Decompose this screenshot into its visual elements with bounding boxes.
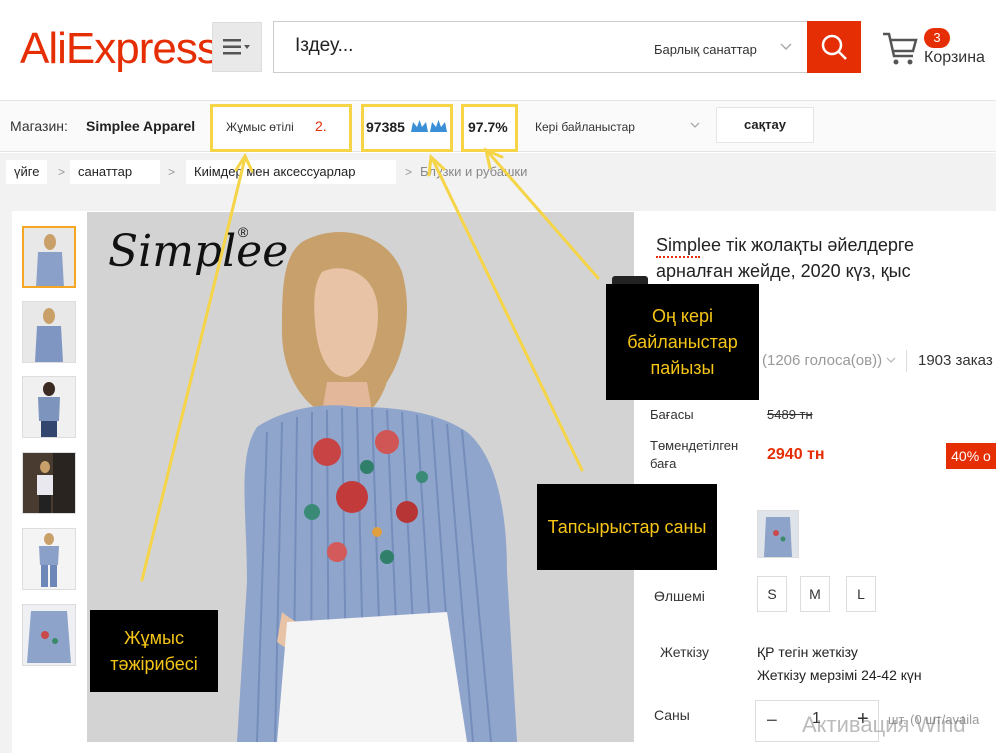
breadcrumb-separator: > xyxy=(168,165,176,179)
activation-watermark: Активация Wind xyxy=(802,712,966,737)
discount-price-label: Төмендетілген баға xyxy=(650,438,739,471)
divider xyxy=(906,350,907,372)
breadcrumb-clothing[interactable]: Киімдер мен аксессуарлар xyxy=(186,160,396,184)
section-gap xyxy=(0,191,996,211)
brand-registered-mark: ® xyxy=(238,224,249,240)
quantity-decrease-button[interactable]: − xyxy=(766,710,778,733)
price-label: Бағасы xyxy=(650,407,694,422)
delivery-free: ҚР тегін жеткізу xyxy=(757,644,858,660)
thumbnail-6[interactable] xyxy=(22,604,76,666)
delivery-time: Жеткізу мерзімі 24-42 күн xyxy=(757,667,922,683)
logo-text: AliExpress xyxy=(20,24,219,73)
callout-orders: Тапсырыстар саны xyxy=(537,484,717,570)
cart-count-badge: 3 xyxy=(924,28,950,48)
save-store-button[interactable]: сақтау xyxy=(716,107,814,143)
callout-feedback: Оң кері байланыстар пайызы xyxy=(606,284,759,400)
size-label: Өлшемі xyxy=(654,588,705,604)
cart-icon[interactable] xyxy=(880,28,920,68)
positive-feedback-rating: 97.7% xyxy=(468,119,508,135)
thumbnail-4[interactable] xyxy=(22,452,76,514)
size-option-s[interactable]: S xyxy=(757,576,787,612)
breadcrumb-separator: > xyxy=(405,165,413,179)
thumbnail-2[interactable] xyxy=(22,301,76,363)
left-gutter xyxy=(0,211,12,753)
aliexpress-logo[interactable]: AliExpress™ xyxy=(20,24,228,74)
chevron-down-icon[interactable] xyxy=(690,118,700,132)
delivery-label: Жеткізу xyxy=(660,644,709,660)
color-option[interactable] xyxy=(757,510,799,558)
menu-icon[interactable] xyxy=(212,22,262,72)
search-button[interactable] xyxy=(807,21,861,73)
discount-badge: 40% о xyxy=(946,443,996,469)
store-label: Магазин: xyxy=(10,118,68,134)
breadcrumb-blouses[interactable]: Блузки и рубашки xyxy=(412,160,535,184)
thumbnail-1[interactable] xyxy=(22,226,76,288)
breadcrumb-home[interactable]: үйге xyxy=(6,160,48,184)
feedback-dropdown[interactable]: Кері байланыстар xyxy=(535,120,635,134)
product-title: Simplee тік жолақты әйелдерге арналған ж… xyxy=(656,235,915,281)
search-icon xyxy=(821,34,847,60)
orders-count: 97385 xyxy=(366,119,405,135)
experience-value: 2. xyxy=(315,118,327,134)
breadcrumb-separator: > xyxy=(58,165,66,179)
size-option-m[interactable]: M xyxy=(800,576,830,612)
quantity-label: Саны xyxy=(654,707,690,723)
brand-overlay: Simplee xyxy=(108,226,289,277)
discount-price: 2940 тн xyxy=(767,446,825,463)
spellcheck-underline xyxy=(656,256,700,258)
chevron-down-icon[interactable] xyxy=(886,352,896,372)
thumbnail-5[interactable] xyxy=(22,528,76,590)
chevron-down-icon[interactable] xyxy=(780,38,792,54)
thumbnail-3[interactable] xyxy=(22,376,76,438)
original-price: 5489 тн xyxy=(767,407,813,422)
size-option-l[interactable]: L xyxy=(846,576,876,612)
cart-label[interactable]: Корзина xyxy=(924,49,985,67)
breadcrumb-categories[interactable]: санаттар xyxy=(70,160,160,184)
crown-icon xyxy=(410,118,448,134)
store-name-link[interactable]: Simplee Apparel xyxy=(86,118,195,134)
search-input[interactable]: Іздеу... xyxy=(295,35,625,57)
category-select[interactable]: Барлық санаттар xyxy=(654,42,757,57)
callout-experience: Жұмыс тәжірибесі xyxy=(90,610,218,692)
votes-count[interactable]: (1206 голоса(ов)) xyxy=(762,352,882,369)
orders-sold: 1903 заказ xyxy=(918,352,993,369)
experience-label: Жұмыс өтілі xyxy=(226,120,294,134)
